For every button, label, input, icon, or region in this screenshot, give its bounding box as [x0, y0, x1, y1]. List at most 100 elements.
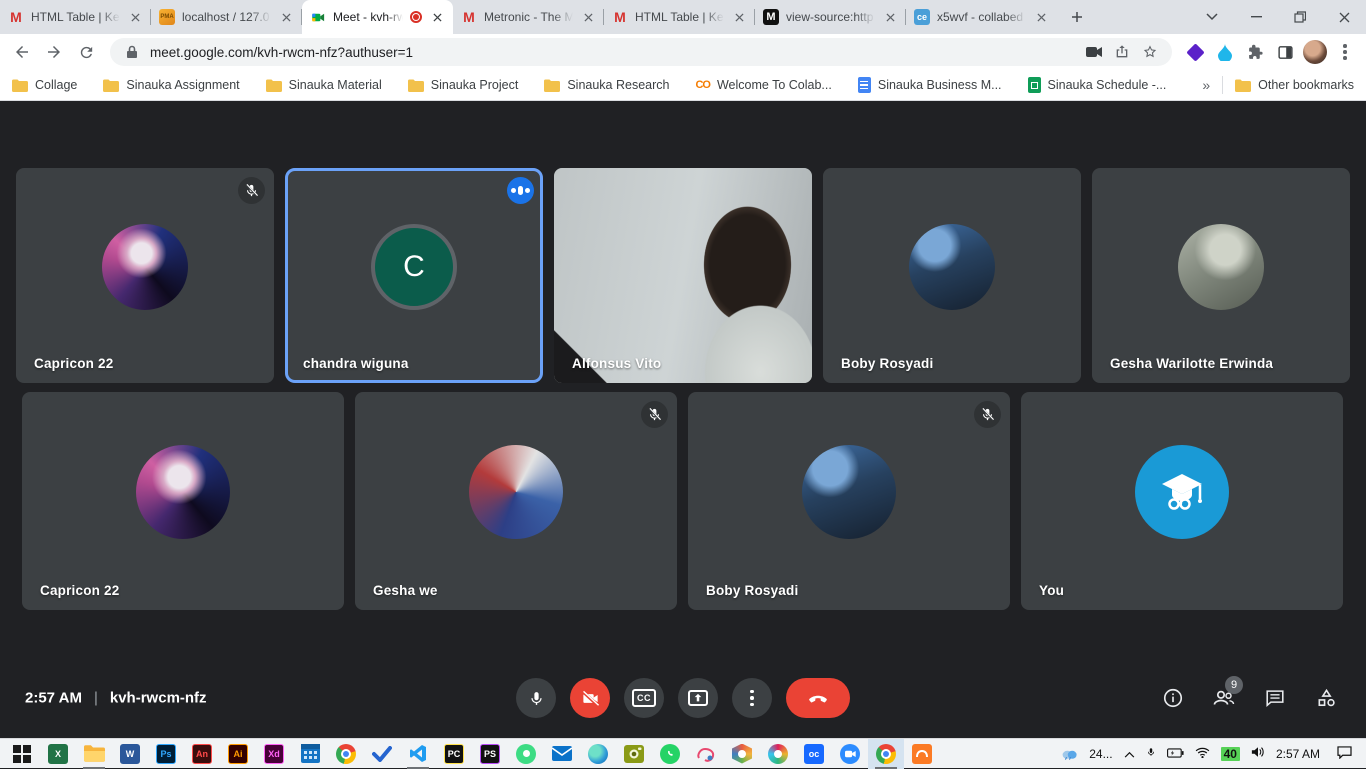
avatar-graduation-cap-icon — [1135, 445, 1229, 539]
taskbar-edge-icon[interactable] — [580, 739, 616, 769]
taskbar-excel-icon[interactable]: X — [40, 739, 76, 769]
share-icon[interactable] — [1112, 42, 1132, 62]
taskbar-oc-app-icon[interactable]: oc — [796, 739, 832, 769]
more-options-button[interactable] — [732, 678, 772, 718]
bookmarks-overflow-chevron[interactable]: » — [1202, 77, 1210, 93]
system-tray: 24... 40 2:57 AM — [1060, 745, 1362, 763]
start-button[interactable] — [4, 739, 40, 769]
bookmark-star-icon[interactable] — [1140, 42, 1160, 62]
tile-gesha-we[interactable]: Gesha we — [355, 392, 677, 610]
tab-search-chevron-icon[interactable] — [1190, 0, 1234, 34]
tab-collabedit[interactable]: ce x5wvf - collabed — [906, 0, 1057, 34]
taskbar-photoshop-icon[interactable]: Ps — [148, 739, 184, 769]
address-bar[interactable]: meet.google.com/kvh-rwcm-nfz?authuser=1 — [110, 38, 1172, 66]
tray-wifi-icon[interactable] — [1195, 747, 1210, 761]
taskbar-green-app-icon[interactable] — [508, 739, 544, 769]
bookmark-sinauka-project[interactable]: Sinauka Project — [408, 78, 519, 92]
tab-meet-active[interactable]: Meet - kvh-rw — [302, 0, 453, 34]
tray-clock[interactable]: 2:57 AM — [1276, 747, 1320, 761]
taskbar-screen-recorder-icon[interactable] — [616, 739, 652, 769]
taskbar-pink-app-icon[interactable] — [688, 739, 724, 769]
taskbar-zoom-icon[interactable] — [832, 739, 868, 769]
captions-button[interactable]: CC — [624, 678, 664, 718]
taskbar-todo-icon[interactable] — [364, 739, 400, 769]
maximize-button[interactable] — [1278, 0, 1322, 34]
taskbar-mail-icon[interactable] — [544, 739, 580, 769]
tray-battery-icon[interactable] — [1167, 747, 1184, 761]
bookmark-sinauka-assignment[interactable]: Sinauka Assignment — [103, 78, 239, 92]
extensions-puzzle-icon[interactable] — [1242, 39, 1268, 65]
forward-button[interactable] — [40, 38, 68, 66]
taskbar-illustrator-icon[interactable]: Ai — [220, 739, 256, 769]
taskbar-flower-app-icon[interactable] — [760, 739, 796, 769]
tray-expand-chevron-icon[interactable] — [1124, 747, 1135, 761]
tab-close-icon[interactable] — [127, 9, 143, 25]
taskbar-whatsapp-icon[interactable] — [652, 739, 688, 769]
tab-close-icon[interactable] — [1033, 9, 1049, 25]
tab-close-icon[interactable] — [580, 9, 596, 25]
tab-html-table-2[interactable]: M HTML Table | Kee — [604, 0, 755, 34]
extension-drop-icon[interactable] — [1212, 39, 1238, 65]
weather-temp[interactable]: 24... — [1089, 747, 1112, 761]
meeting-details-info-button[interactable] — [1161, 686, 1185, 710]
bookmark-sinauka-material[interactable]: Sinauka Material — [266, 78, 382, 92]
tile-capricon22[interactable]: Capricon 22 — [16, 168, 274, 383]
action-center-icon[interactable] — [1337, 746, 1352, 762]
url-text[interactable]: meet.google.com/kvh-rwcm-nfz?authuser=1 — [150, 45, 1076, 60]
taskbar-chrome-running-icon[interactable] — [868, 739, 904, 769]
tab-close-icon[interactable] — [731, 9, 747, 25]
tab-html-table-1[interactable]: M HTML Table | Kee — [0, 0, 151, 34]
taskbar-pycharm-icon[interactable]: PC — [436, 739, 472, 769]
taskbar-word-icon[interactable]: W — [112, 739, 148, 769]
tab-close-icon[interactable] — [429, 9, 445, 25]
chat-button[interactable] — [1263, 686, 1287, 710]
participants-button[interactable]: 9 — [1212, 686, 1236, 710]
taskbar-vscode-icon[interactable] — [400, 739, 436, 769]
camera-in-use-icon[interactable] — [1084, 42, 1104, 62]
tile-capricon22-2[interactable]: Capricon 22 — [22, 392, 344, 610]
taskbar-xampp-icon[interactable] — [904, 739, 940, 769]
bookmark-welcome-colab[interactable]: COWelcome To Colab... — [695, 78, 831, 92]
taskbar-file-explorer-icon[interactable] — [76, 739, 112, 769]
other-bookmarks-folder[interactable]: Other bookmarks — [1235, 78, 1354, 92]
tray-volume-icon[interactable] — [1251, 746, 1265, 761]
battery-percent-badge[interactable]: 40 — [1221, 747, 1240, 761]
tab-close-icon[interactable] — [882, 9, 898, 25]
taskbar-hexagon-app-icon[interactable] — [724, 739, 760, 769]
back-button[interactable] — [8, 38, 36, 66]
tab-metronic[interactable]: M Metronic - The M — [453, 0, 604, 34]
profile-avatar[interactable] — [1302, 39, 1328, 65]
tile-you[interactable]: You — [1021, 392, 1343, 610]
taskbar-chrome-pinned-icon[interactable] — [328, 739, 364, 769]
close-window-button[interactable] — [1322, 0, 1366, 34]
taskbar-animate-icon[interactable]: An — [184, 739, 220, 769]
tab-view-source[interactable]: M view-source:http — [755, 0, 906, 34]
leave-call-button[interactable] — [786, 678, 850, 718]
mic-toggle-button[interactable] — [516, 678, 556, 718]
tab-close-icon[interactable] — [278, 9, 294, 25]
bookmark-sinauka-schedule[interactable]: Sinauka Schedule -... — [1028, 77, 1167, 93]
reload-button[interactable] — [72, 38, 100, 66]
taskbar-calendar-icon[interactable] — [292, 739, 328, 769]
tray-microphone-icon[interactable] — [1146, 745, 1156, 762]
side-panel-icon[interactable] — [1272, 39, 1298, 65]
camera-toggle-button[interactable] — [570, 678, 610, 718]
tile-boby-rosyadi-2[interactable]: Boby Rosyadi — [688, 392, 1010, 610]
minimize-button[interactable] — [1234, 0, 1278, 34]
activities-button[interactable] — [1314, 686, 1338, 710]
tab-localhost[interactable]: PMA localhost / 127.0. — [151, 0, 302, 34]
bookmark-sinauka-research[interactable]: Sinauka Research — [544, 78, 669, 92]
tile-gesha-warilotte[interactable]: Gesha Warilotte Erwinda — [1092, 168, 1350, 383]
tile-chandra-wiguna[interactable]: C chandra wiguna — [285, 168, 543, 383]
tile-boby-rosyadi-1[interactable]: Boby Rosyadi — [823, 168, 1081, 383]
browser-menu-kebab-icon[interactable] — [1332, 39, 1358, 65]
new-tab-button[interactable] — [1063, 3, 1091, 31]
taskbar-xd-icon[interactable]: Xd — [256, 739, 292, 769]
present-screen-button[interactable] — [678, 678, 718, 718]
tile-alfonsus-vito[interactable]: Alfonsus Vito — [554, 168, 812, 383]
bookmark-sinauka-business[interactable]: Sinauka Business M... — [858, 77, 1002, 93]
participant-name: Capricon 22 — [34, 356, 113, 371]
bookmark-collage[interactable]: Collage — [12, 78, 77, 92]
extension-diamond-icon[interactable] — [1182, 39, 1208, 65]
taskbar-phpstorm-icon[interactable]: PS — [472, 739, 508, 769]
